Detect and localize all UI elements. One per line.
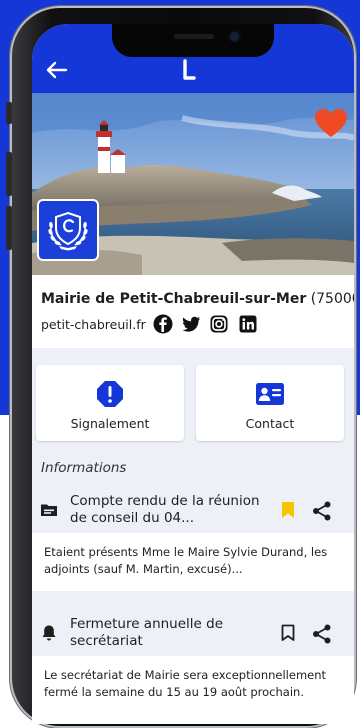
back-button[interactable] [44, 58, 72, 82]
share-button[interactable] [311, 500, 333, 522]
instagram-icon [210, 315, 228, 333]
facebook-icon [153, 314, 173, 334]
arrow-left-icon [46, 61, 68, 79]
news-item-excerpt: Le secrétariat de Mairie sera exceptionn… [44, 668, 327, 699]
bookmark-outline-icon [281, 624, 295, 641]
news-item-title: Compte rendu de la réunion de conseil du… [70, 493, 260, 526]
bookmark-button[interactable] [278, 500, 298, 520]
speaker-grille [174, 34, 214, 39]
news-item-excerpt: Etaient présents Mme le Maire Sylvie Dur… [44, 545, 328, 576]
share-icon [313, 501, 331, 521]
phone-silent-switch [6, 102, 12, 124]
phone-volume-up [6, 152, 12, 196]
mairie-website-link[interactable]: petit-chabreuil.fr [41, 317, 146, 332]
favorite-button[interactable] [314, 108, 348, 140]
news-item-header: Compte rendu de la réunion de conseil du… [32, 487, 354, 533]
front-camera [230, 32, 239, 41]
bookmark-button[interactable] [278, 623, 298, 643]
phone-frame: Mairie de Petit-Chabreuil-sur-Mer (75000… [6, 6, 356, 728]
bell-icon [40, 624, 58, 642]
linkedin-icon [239, 315, 257, 333]
contact-button[interactable]: Contact [196, 365, 344, 441]
twitter-icon [182, 316, 200, 332]
news-item[interactable]: Fermeture annuelle de secrétariat Le sec… [32, 610, 354, 724]
news-item-header: Fermeture annuelle de secrétariat [32, 610, 354, 656]
heart-icon [315, 109, 347, 137]
alert-icon [95, 379, 125, 409]
bookmark-filled-icon [282, 502, 294, 518]
app-screen: Mairie de Petit-Chabreuil-sur-Mer (75000… [32, 24, 354, 724]
twitter-link[interactable] [181, 314, 201, 334]
mairie-info-panel: Mairie de Petit-Chabreuil-sur-Mer (75000… [32, 275, 354, 348]
facebook-link[interactable] [153, 314, 173, 334]
news-item[interactable]: Compte rendu de la réunion de conseil du… [32, 487, 354, 591]
app-logo [179, 58, 199, 84]
informations-heading: Informations [41, 460, 127, 476]
news-item-title: Fermeture annuelle de secrétariat [70, 616, 224, 649]
signalement-label: Signalement [70, 416, 150, 431]
signalement-button[interactable]: Signalement [36, 365, 184, 441]
mairie-title: Mairie de Petit-Chabreuil-sur-Mer (75000… [41, 291, 354, 307]
linkedin-link[interactable] [238, 314, 258, 334]
mairie-cover-photo [32, 93, 354, 275]
share-icon [313, 624, 331, 644]
crest-shield-icon [48, 211, 88, 251]
phone-notch [112, 24, 274, 57]
folder-icon [40, 501, 58, 519]
contact-card-icon [255, 379, 285, 409]
contact-label: Contact [245, 416, 295, 431]
mairie-postcode: (75000) [310, 291, 354, 307]
share-button[interactable] [311, 623, 333, 645]
instagram-link[interactable] [209, 314, 229, 334]
mairie-crest-logo [37, 199, 99, 261]
mairie-name: Mairie de Petit-Chabreuil-sur-Mer [41, 291, 307, 307]
phone-volume-down [6, 206, 12, 250]
